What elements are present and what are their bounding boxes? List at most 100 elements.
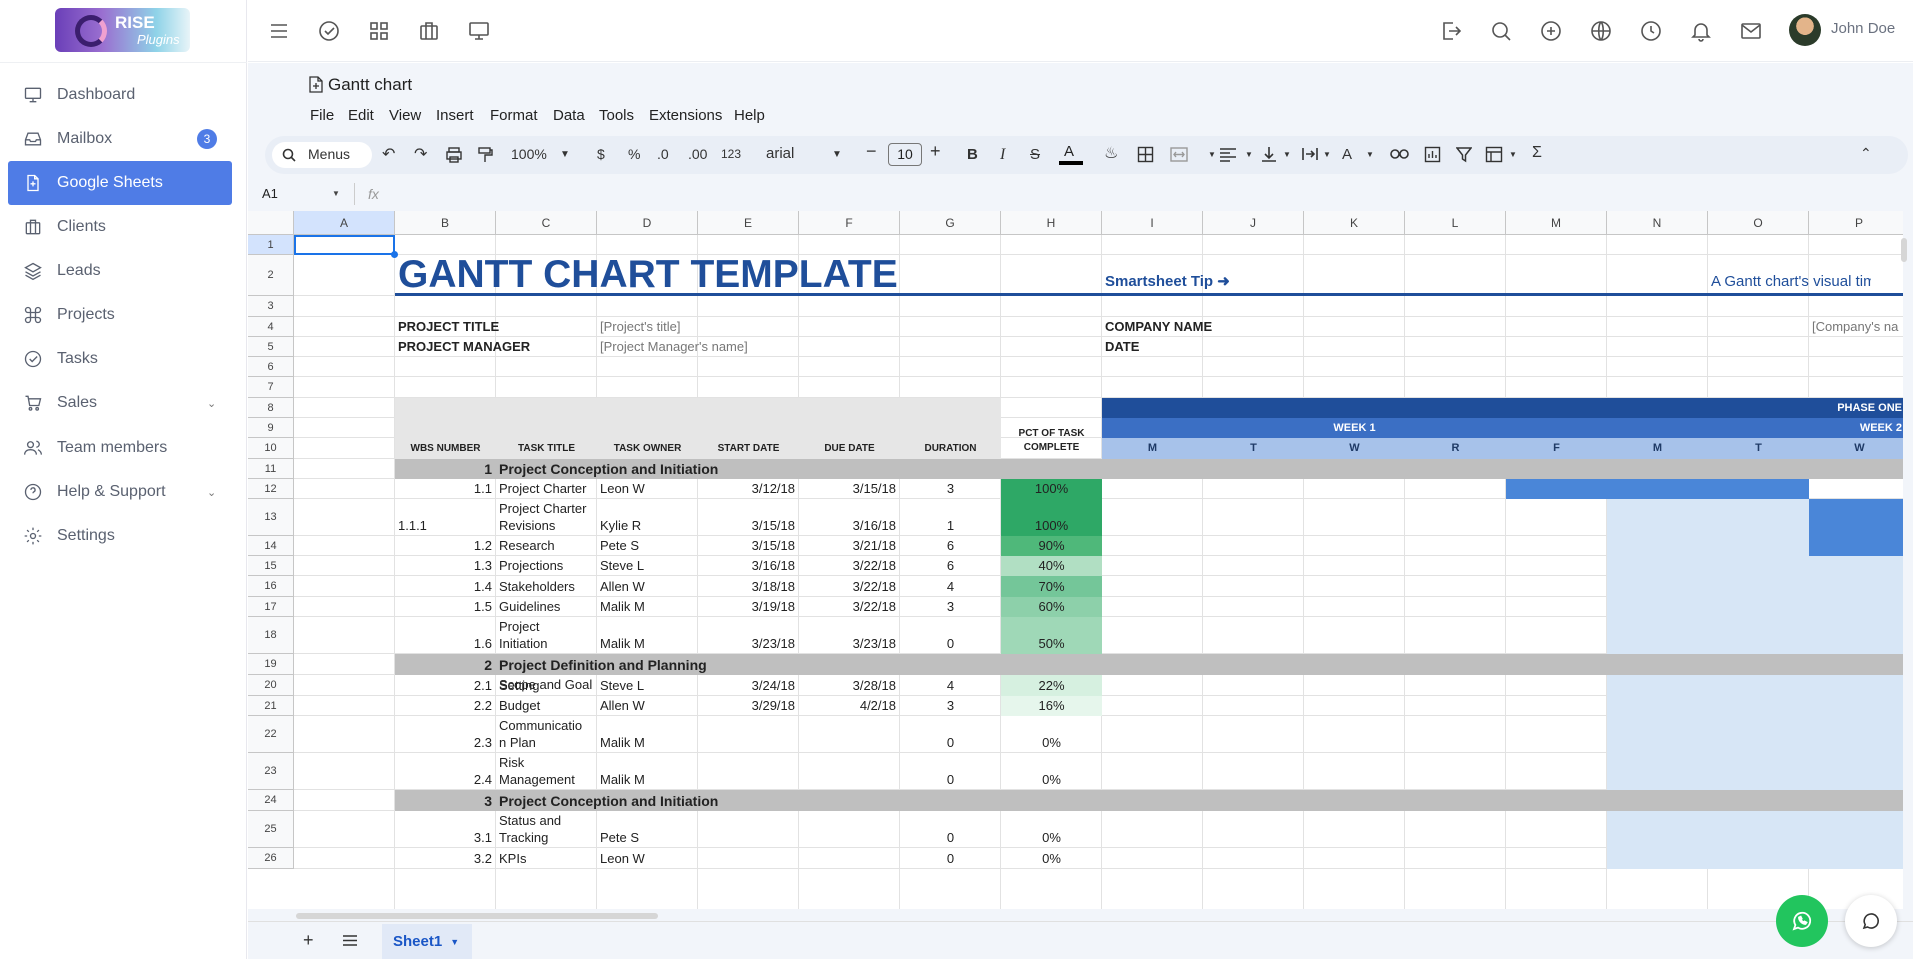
sidebar-item-sales[interactable]: Sales ⌄: [8, 381, 232, 425]
row-header[interactable]: 25: [248, 811, 294, 848]
row-header[interactable]: 9: [248, 418, 294, 438]
chart-icon[interactable]: [1424, 146, 1441, 163]
row-header[interactable]: 13: [248, 499, 294, 536]
sidebar-item-dashboard[interactable]: Dashboard: [8, 73, 232, 117]
start-date[interactable]: 3/19/18: [698, 598, 795, 616]
add-sheet-button[interactable]: +: [303, 930, 314, 951]
duration[interactable]: 0: [900, 635, 1001, 653]
user-name[interactable]: John Doe: [1831, 20, 1895, 37]
filter-views-icon[interactable]: [1485, 146, 1503, 163]
start-date[interactable]: 3/18/18: [698, 578, 795, 596]
sidebar-item-tasks[interactable]: Tasks: [8, 337, 232, 381]
avatar[interactable]: [1789, 14, 1821, 46]
chat-button[interactable]: [1845, 895, 1897, 947]
font-size-increase-button[interactable]: +: [930, 141, 941, 162]
task-title[interactable]: Communicatio: [499, 717, 596, 734]
task-title[interactable]: Guidelines: [499, 598, 596, 616]
task-owner[interactable]: Malik M: [600, 635, 645, 653]
duration[interactable]: 0: [900, 829, 1001, 847]
column-header[interactable]: E: [698, 211, 799, 235]
due-date[interactable]: 3/22/18: [799, 578, 896, 596]
column-header[interactable]: A: [294, 211, 395, 235]
row-header[interactable]: 22: [248, 716, 294, 753]
due-date[interactable]: 3/22/18: [799, 598, 896, 616]
menu-format[interactable]: Format: [490, 107, 538, 124]
task-owner[interactable]: Steve L: [600, 557, 644, 575]
start-date[interactable]: 3/15/18: [698, 537, 795, 555]
task-title-line2[interactable]: n Plan: [499, 734, 596, 752]
task-owner[interactable]: Pete S: [600, 537, 639, 555]
task-owner[interactable]: Pete S: [600, 829, 639, 847]
add-circle-icon[interactable]: [1539, 19, 1563, 43]
sidebar-item-mailbox[interactable]: Mailbox 3: [8, 117, 232, 161]
sidebar-item-team-members[interactable]: Team members: [8, 426, 232, 470]
tip-text[interactable]: A Gantt chart's visual timel: [1711, 271, 1871, 293]
column-header[interactable]: M: [1506, 211, 1607, 235]
row-header[interactable]: 11: [248, 459, 294, 479]
task-title[interactable]: KPIs: [499, 850, 596, 868]
start-date[interactable]: 3/23/18: [698, 635, 795, 653]
column-header[interactable]: J: [1203, 211, 1304, 235]
globe-icon[interactable]: [1589, 19, 1613, 43]
caret-down-icon[interactable]: ▼: [1245, 150, 1253, 159]
strikethrough-button[interactable]: S: [1030, 146, 1040, 163]
pct-complete[interactable]: 0%: [1001, 771, 1102, 789]
font-size-input[interactable]: 10: [888, 143, 922, 166]
company-name-value[interactable]: [Company's na: [1812, 317, 1903, 337]
column-header[interactable]: N: [1607, 211, 1708, 235]
caret-down-icon[interactable]: ▼: [560, 149, 570, 160]
due-date[interactable]: 3/16/18: [799, 517, 896, 535]
filter-icon[interactable]: [1456, 146, 1472, 163]
pct-complete[interactable]: 16%: [1001, 697, 1102, 715]
date-label[interactable]: DATE: [1105, 337, 1139, 357]
zoom-select[interactable]: 100%: [511, 146, 547, 162]
row-header[interactable]: 14: [248, 536, 294, 556]
column-header[interactable]: O: [1708, 211, 1809, 235]
task-title[interactable]: Projections: [499, 557, 596, 575]
column-header[interactable]: P: [1809, 211, 1903, 235]
selected-cell[interactable]: [294, 235, 395, 255]
font-size-decrease-button[interactable]: −: [866, 141, 877, 162]
task-owner[interactable]: Allen W: [600, 697, 645, 715]
due-date[interactable]: 3/22/18: [799, 557, 896, 575]
pct-complete[interactable]: 0%: [1001, 829, 1102, 847]
briefcase-icon[interactable]: [417, 19, 441, 43]
caret-down-icon[interactable]: ▼: [332, 189, 340, 198]
paint-format-icon[interactable]: [476, 146, 494, 164]
task-title[interactable]: Project: [499, 618, 596, 635]
smartsheet-tip[interactable]: Smartsheet Tip ➜: [1105, 271, 1230, 293]
text-wrap-icon[interactable]: [1301, 146, 1319, 162]
company-name-label[interactable]: COMPANY NAME: [1105, 317, 1212, 337]
duration[interactable]: 1: [900, 517, 1001, 535]
duration[interactable]: 6: [900, 537, 1001, 555]
mail-icon[interactable]: [1739, 19, 1763, 43]
column-header[interactable]: K: [1304, 211, 1405, 235]
undo-icon[interactable]: ↶: [382, 144, 395, 164]
caret-down-icon[interactable]: ▼: [832, 149, 842, 160]
task-title[interactable]: Project Charter: [499, 480, 596, 498]
row-header[interactable]: 15: [248, 556, 294, 576]
print-icon[interactable]: [445, 146, 463, 164]
menu-tools[interactable]: Tools: [599, 107, 634, 124]
row-header[interactable]: 23: [248, 753, 294, 790]
task-owner[interactable]: Kylie R: [600, 517, 641, 535]
row-header[interactable]: 16: [248, 576, 294, 597]
fill-color-icon[interactable]: ♨: [1104, 143, 1118, 163]
row-header[interactable]: 20: [248, 675, 294, 696]
merge-cells-icon[interactable]: [1170, 147, 1188, 162]
pct-complete[interactable]: 70%: [1001, 578, 1102, 596]
clock-icon[interactable]: [1639, 19, 1663, 43]
pct-complete[interactable]: 100%: [1001, 517, 1102, 535]
pct-complete[interactable]: 0%: [1001, 734, 1102, 752]
column-header[interactable]: C: [496, 211, 597, 235]
task-title-line2[interactable]: Tracking: [499, 829, 596, 847]
task-owner[interactable]: Malik M: [600, 771, 645, 789]
pct-complete[interactable]: 22%: [1001, 677, 1102, 695]
monitor-icon[interactable]: [467, 19, 491, 43]
column-header[interactable]: I: [1102, 211, 1203, 235]
task-title-line2[interactable]: Revisions: [499, 517, 596, 535]
task-owner[interactable]: Steve L: [600, 677, 644, 695]
menu-data[interactable]: Data: [553, 107, 585, 124]
number-format-button[interactable]: 123: [721, 147, 741, 161]
row-header[interactable]: 19: [248, 654, 294, 675]
